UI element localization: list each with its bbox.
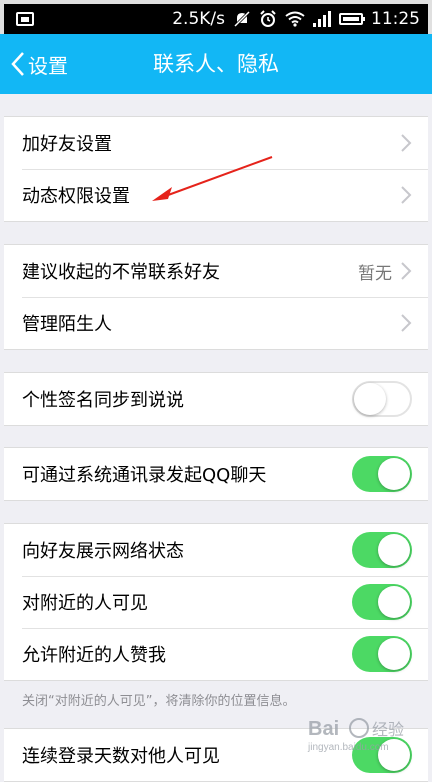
nearby-like-label: 允许附近的人赞我 (22, 645, 166, 666)
visibility-group: 向好友展示网络状态 对附近的人可见 允许附近的人赞我 (4, 523, 428, 681)
chevron-right-icon (401, 262, 412, 280)
chevron-right-icon (401, 314, 412, 332)
network-status-item: 向好友展示网络状态 (4, 524, 428, 576)
nav-bar: 设置 联系人、隐私 (0, 34, 432, 94)
add-friend-settings-label: 加好友设置 (22, 134, 112, 155)
signal-icon (313, 11, 331, 27)
feed-permission-settings-label: 动态权限设置 (22, 186, 130, 207)
fold-infrequent-contacts-label: 建议收起的不常联系好友 (22, 262, 220, 283)
nearby-visible-toggle[interactable] (352, 584, 412, 620)
chevron-right-icon (401, 186, 412, 204)
address-book-chat-label: 可通过系统通讯录发起QQ聊天 (22, 465, 267, 486)
chevron-right-icon (401, 134, 412, 152)
gallery-icon (16, 12, 34, 26)
wifi-icon (285, 11, 305, 27)
address-book-chat-toggle[interactable] (352, 456, 412, 492)
battery-icon (339, 13, 365, 25)
feed-permission-settings-item[interactable]: 动态权限设置 (4, 169, 428, 221)
login-days-label: 连续登录天数对他人可见 (22, 746, 220, 767)
alarm-icon (260, 10, 276, 27)
svg-text:jingyan.baidu.com: jingyan.baidu.com (307, 742, 389, 753)
signature-sync-group: 个性签名同步到说说 (4, 372, 428, 426)
contacts-management-group: 建议收起的不常联系好友 暂无 管理陌生人 (4, 244, 428, 350)
address-book-chat-group: 可通过系统通讯录发起QQ聊天 (4, 447, 428, 501)
fold-infrequent-contacts-item[interactable]: 建议收起的不常联系好友 暂无 (4, 245, 428, 297)
back-button[interactable]: 设置 (10, 34, 68, 94)
add-friend-settings-item[interactable]: 加好友设置 (4, 117, 428, 169)
nearby-like-item: 允许附近的人赞我 (4, 628, 428, 680)
address-book-chat-item: 可通过系统通讯录发起QQ聊天 (4, 448, 428, 500)
signature-sync-toggle[interactable] (352, 381, 412, 417)
svg-text:经验: 经验 (372, 720, 404, 739)
manage-strangers-item[interactable]: 管理陌生人 (4, 297, 428, 349)
signature-sync-item: 个性签名同步到说说 (4, 373, 428, 425)
clock: 11:25 (371, 9, 420, 29)
nearby-visible-item: 对附近的人可见 (4, 576, 428, 628)
signature-sync-label: 个性签名同步到说说 (22, 390, 184, 411)
network-status-toggle[interactable] (352, 532, 412, 568)
back-label: 设置 (28, 53, 68, 78)
location-clear-footnote: 关闭“对附近的人可见”，将清除你的位置信息。 (22, 694, 296, 709)
nearby-visible-label: 对附近的人可见 (22, 593, 148, 614)
status-bar: 2.5K/s 11:25 (0, 0, 432, 34)
chevron-left-icon (11, 52, 24, 76)
friends-settings-group: 加好友设置 动态权限设置 (4, 116, 428, 222)
nearby-like-toggle[interactable] (352, 636, 412, 672)
manage-strangers-label: 管理陌生人 (22, 314, 112, 335)
fold-infrequent-contacts-value: 暂无 (358, 263, 392, 284)
svg-text:Bai: Bai (308, 718, 339, 740)
mute-icon (233, 10, 251, 28)
baidu-jingyan-watermark: Bai 经验 jingyan.baidu.com (307, 718, 404, 753)
network-status-label: 向好友展示网络状态 (22, 541, 184, 562)
network-speed: 2.5K/s (172, 9, 225, 29)
